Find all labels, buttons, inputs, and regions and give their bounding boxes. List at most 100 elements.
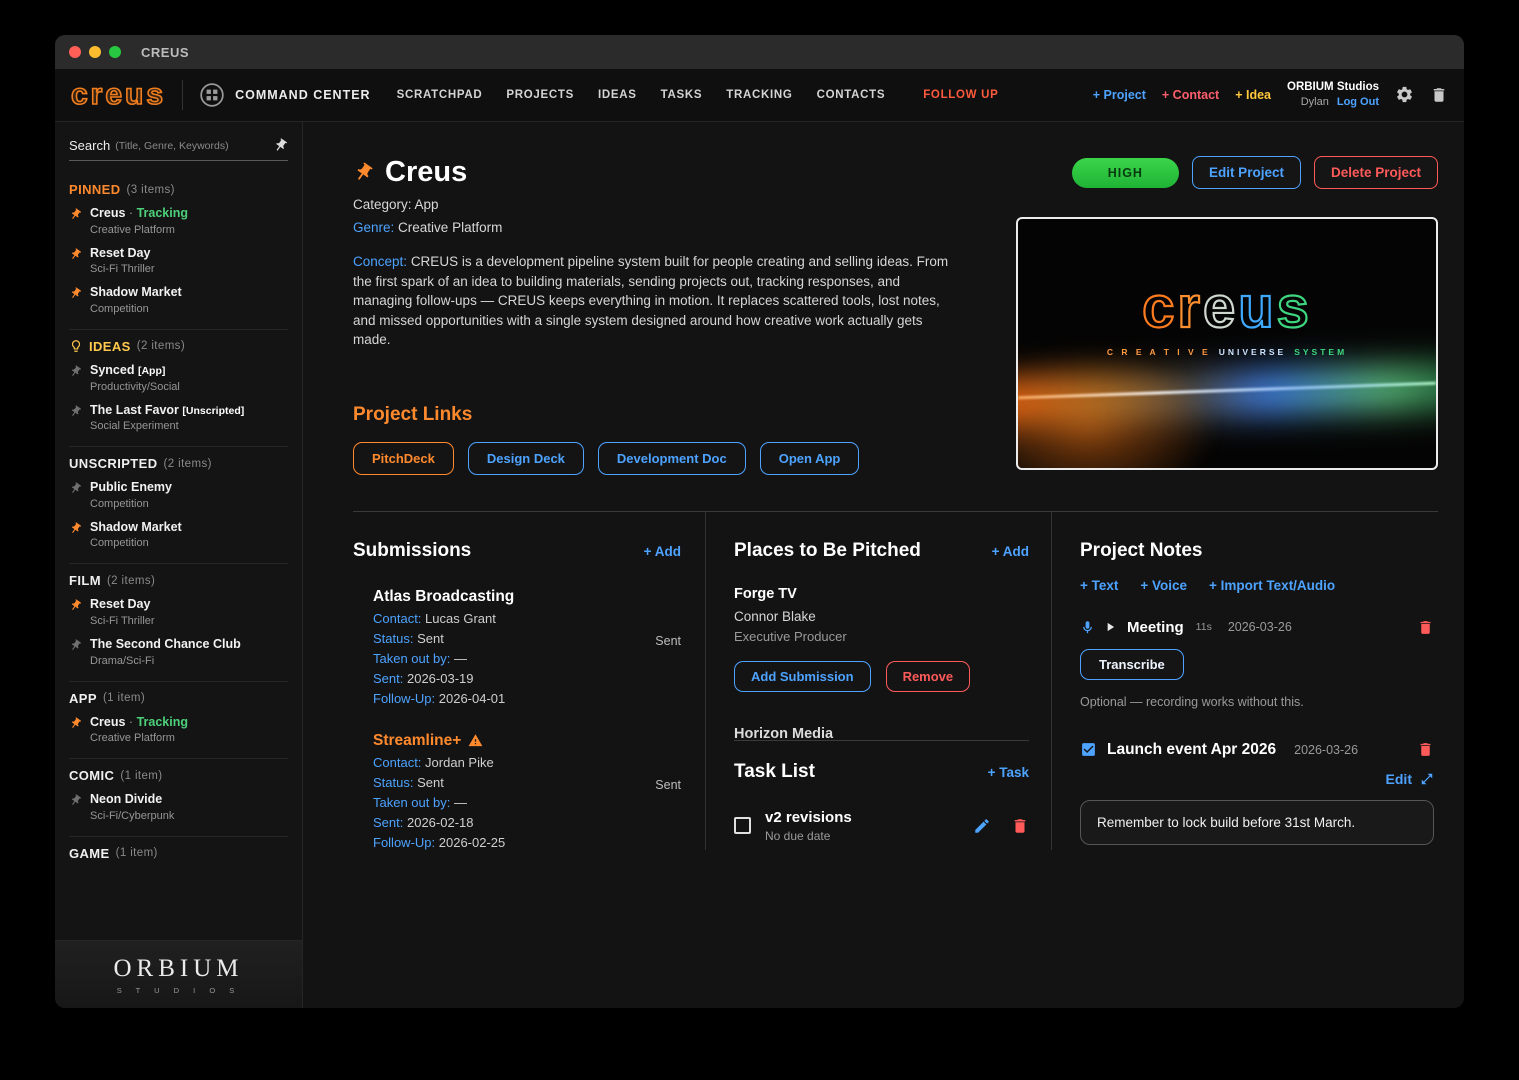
voice-note-duration: 11s	[1196, 621, 1212, 633]
expand-icon[interactable]	[1420, 772, 1434, 786]
sidebar-item-creus-app[interactable]: Creus · Tracking Creative Platform	[69, 715, 288, 745]
open-app-link-button[interactable]: Open App	[760, 442, 860, 475]
delete-task-trash-icon[interactable]	[1011, 817, 1029, 835]
add-project-button[interactable]: + Project	[1093, 88, 1146, 102]
add-pitch-button[interactable]: + Add	[992, 544, 1029, 559]
page-title: Creus	[385, 156, 467, 189]
tab-scratchpad[interactable]: SCRATCHPAD	[397, 89, 483, 101]
creus-logo[interactable]: creus	[71, 80, 166, 110]
sidebar-section-app: APP(1 item) Creus · Tracking Creative Pl…	[69, 682, 288, 760]
import-text-audio-button[interactable]: + Import Text/Audio	[1209, 578, 1335, 593]
sidebar-section-game: GAME(1 item)	[69, 837, 288, 874]
pin-icon	[66, 362, 84, 380]
sidebar-item-last-favor[interactable]: The Last Favor [Unscripted] Social Exper…	[69, 403, 288, 433]
tab-ideas[interactable]: IDEAS	[598, 89, 637, 101]
settings-gear-icon[interactable]	[1395, 85, 1414, 104]
project-genre: Genre: Creative Platform	[353, 220, 974, 235]
search-input[interactable]: Search (Title, Genre, Keywords)	[69, 138, 288, 161]
search-label: Search	[69, 138, 110, 153]
hero-tagline: C R E A T I V EUNIVERSESYSTEM	[1018, 347, 1436, 357]
item-title: Creus · Tracking	[90, 206, 188, 222]
tab-projects[interactable]: PROJECTS	[506, 89, 574, 101]
notes-title: Project Notes	[1080, 540, 1202, 562]
logout-button[interactable]: Log Out	[1337, 96, 1379, 108]
trash-icon[interactable]	[1430, 86, 1448, 104]
pitchdeck-link-button[interactable]: PitchDeck	[353, 442, 454, 475]
development-doc-link-button[interactable]: Development Doc	[598, 442, 746, 475]
edit-task-pencil-icon[interactable]	[973, 817, 991, 835]
sidebar-item-reset-day-film[interactable]: Reset Day Sci-Fi Thriller	[69, 597, 288, 627]
zoom-window-button[interactable]	[109, 46, 121, 58]
note-check-icon[interactable]	[1080, 741, 1097, 758]
sidebar-scroll[interactable]: Search (Title, Genre, Keywords) PINNED(3…	[55, 122, 302, 940]
item-title: Neon Divide	[90, 792, 174, 808]
pin-filter-icon[interactable]	[270, 135, 291, 156]
sidebar-item-reset-day[interactable]: Reset Day Sci-Fi Thriller	[69, 246, 288, 276]
voice-note-date: 2026-03-26	[1228, 620, 1292, 634]
sidebar-item-neon-divide[interactable]: Neon Divide Sci-Fi/Cyberpunk	[69, 792, 288, 822]
pitch-list[interactable]: Forge TV Connor Blake Executive Producer…	[734, 586, 1029, 738]
task-checkbox[interactable]	[734, 817, 751, 834]
add-voice-note-button[interactable]: + Voice	[1140, 578, 1187, 593]
tab-tracking[interactable]: TRACKING	[726, 89, 792, 101]
edit-project-button[interactable]: Edit Project	[1192, 156, 1301, 189]
project-pin-icon[interactable]	[349, 158, 378, 187]
pin-icon	[66, 285, 84, 303]
delete-project-button[interactable]: Delete Project	[1314, 156, 1438, 189]
add-idea-button[interactable]: + Idea	[1235, 88, 1271, 102]
item-title: Shadow Market	[90, 520, 182, 536]
item-subtitle: Competition	[90, 498, 172, 510]
item-title: Reset Day	[90, 597, 155, 613]
add-submission-entry-button[interactable]: + Add	[644, 544, 681, 559]
add-submission-button[interactable]: Add Submission	[734, 661, 871, 692]
pitch-entry: Forge TV Connor Blake Executive Producer…	[734, 586, 1029, 692]
app-window: CREUS creus COMMAND CENTER SCRATCHPAD PR…	[55, 35, 1464, 1008]
pin-icon	[66, 636, 84, 654]
sidebar-item-shadow-market-2[interactable]: Shadow Market Competition	[69, 520, 288, 550]
sidebar-item-second-chance-club[interactable]: The Second Chance Club Drama/Sci-Fi	[69, 637, 288, 667]
add-task-button[interactable]: + Task	[988, 765, 1029, 780]
item-subtitle: Sci-Fi Thriller	[90, 615, 155, 627]
submission-entry[interactable]: Atlas Broadcasting Contact: Lucas Grant …	[353, 588, 681, 706]
command-center-icon	[199, 82, 225, 108]
design-deck-link-button[interactable]: Design Deck	[468, 442, 584, 475]
tab-contacts[interactable]: CONTACTS	[817, 89, 886, 101]
remove-pitch-button[interactable]: Remove	[886, 661, 971, 692]
sidebar-item-creus[interactable]: Creus · Tracking Creative Platform	[69, 206, 288, 236]
minimize-window-button[interactable]	[89, 46, 101, 58]
tab-tasks[interactable]: TASKS	[661, 89, 703, 101]
sidebar-item-public-enemy[interactable]: Public Enemy Competition	[69, 480, 288, 510]
add-contact-button[interactable]: + Contact	[1162, 88, 1219, 102]
delete-voice-note-trash-icon[interactable]	[1417, 619, 1434, 636]
command-center[interactable]: COMMAND CENTER	[199, 82, 371, 108]
tab-follow-up[interactable]: FOLLOW UP	[923, 89, 998, 101]
edit-note-button[interactable]: Edit	[1080, 771, 1434, 787]
sidebar-item-shadow-market[interactable]: Shadow Market Competition	[69, 285, 288, 315]
note-body[interactable]: Remember to lock build before 31st March…	[1080, 800, 1434, 845]
submissions-panel: Submissions + Add Atlas Broadcasting Con…	[353, 512, 705, 850]
item-subtitle: Competition	[90, 303, 182, 315]
submission-entry[interactable]: Streamline+ Contact: Jordan Pike Status:…	[353, 732, 681, 850]
hero-brand: creus C R E A T I V EUNIVERSESYSTEM	[1018, 279, 1436, 357]
status-badge: Tracking	[137, 206, 188, 220]
play-icon[interactable]	[1103, 620, 1117, 634]
item-title: Reset Day	[90, 246, 155, 262]
sidebar-item-synced[interactable]: Synced [App] Productivity/Social	[69, 363, 288, 393]
close-window-button[interactable]	[69, 46, 81, 58]
task-due-date: No due date	[765, 829, 852, 843]
item-title: Creus · Tracking	[90, 715, 188, 731]
add-text-note-button[interactable]: + Text	[1080, 578, 1118, 593]
nav-right: + Project + Contact + Idea ORBIUM Studio…	[1093, 80, 1448, 110]
priority-badge[interactable]: HIGH	[1072, 158, 1179, 188]
status-badge: Sent	[655, 778, 681, 792]
pitch-role: Executive Producer	[734, 629, 1029, 644]
project-hero-image: creus C R E A T I V EUNIVERSESYSTEM	[1016, 217, 1438, 470]
item-subtitle: Social Experiment	[90, 420, 244, 432]
search-hint: (Title, Genre, Keywords)	[115, 140, 228, 152]
orbium-logo-sub: S T U D I O S	[117, 986, 241, 995]
transcribe-button[interactable]: Transcribe	[1080, 649, 1184, 680]
sidebar-section-ideas: IDEAS(2 items) Synced [App] Productivity…	[69, 330, 288, 447]
note-row: Launch event Apr 2026 2026-03-26	[1080, 741, 1434, 759]
delete-note-trash-icon[interactable]	[1417, 741, 1434, 758]
task-item: v2 revisions No due date	[734, 809, 1029, 843]
